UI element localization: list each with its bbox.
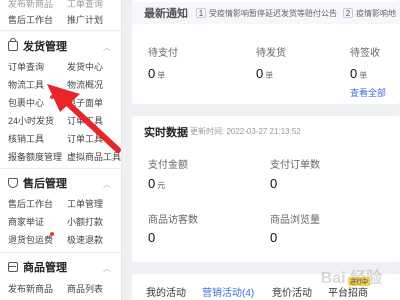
chevron-up-icon[interactable]: ︿ bbox=[103, 263, 111, 274]
stat-label-payment-amount: 支付金额 bbox=[148, 160, 188, 171]
sidebar-item-e-waybill[interactable]: 电子面单 bbox=[67, 96, 103, 109]
stat-label-product-views: 商品浏览量 bbox=[270, 215, 320, 226]
sidebar-item-virtual-goods-tools[interactable]: 虚拟商品工具 bbox=[67, 150, 121, 163]
sidebar: 发布新商品 工单查询 售后工作台 推广计划 发货管理 ︿ 订单查询 发货中心 物… bbox=[0, 0, 122, 300]
sidebar-item-merchant-evidence[interactable]: 商家举证 bbox=[8, 215, 44, 228]
stat-value-paid-orders: 0 bbox=[270, 176, 278, 191]
stat-value-payment-amount: 0元 bbox=[148, 176, 166, 191]
stat-label-pending-receipt: 待签收 bbox=[350, 48, 380, 59]
notice-link[interactable]: 受疫情影响暂停延迟发货等赔付公告 bbox=[209, 8, 337, 19]
stat-label-pending-payment: 待支付 bbox=[148, 48, 178, 59]
sidebar-item-order-tools-2[interactable]: 订单工具 bbox=[67, 132, 103, 145]
section-title: 售后管理 bbox=[23, 178, 67, 190]
stat-label-product-visitors: 商品访客数 bbox=[148, 215, 198, 226]
divider bbox=[0, 252, 122, 253]
sidebar-item-shipping-center[interactable]: 发货中心 bbox=[67, 60, 103, 73]
chevron-up-icon[interactable]: ︿ bbox=[103, 179, 111, 190]
watermark: Bai 经验 bbox=[320, 270, 382, 287]
section-header-aftersale[interactable]: 售后管理 bbox=[8, 176, 67, 190]
sidebar-item-promo-plan[interactable]: 推广计划 bbox=[67, 13, 103, 26]
sidebar-item-24h-shipping[interactable]: 24小时发货 bbox=[8, 114, 54, 127]
sidebar-item-verify-tools[interactable]: 核销工具 bbox=[8, 132, 44, 145]
section-header-shipping[interactable]: 发货管理 bbox=[8, 38, 67, 53]
sidebar-item-express-refund[interactable]: 极速退款 bbox=[67, 233, 103, 246]
stat-value-pending-shipment[interactable]: 0单 bbox=[256, 66, 273, 81]
stat-label-pending-shipment: 待发货 bbox=[256, 48, 286, 59]
notice-number: 1 bbox=[196, 8, 206, 18]
main-content: 最新通知 1 受疫情影响暂停延迟发货等赔付公告 2 疫情影响地 待支付 0单 待… bbox=[132, 0, 400, 300]
sidebar-item-ticket-mgmt[interactable]: 工单管理 bbox=[67, 197, 103, 210]
sidebar-item-aftersale-desk[interactable]: 售后工作台 bbox=[8, 13, 53, 26]
stat-label-paid-orders: 支付订单数 bbox=[270, 160, 320, 171]
divider bbox=[0, 30, 122, 31]
sidebar-item-order-query[interactable]: 订单查询 bbox=[8, 60, 44, 73]
divider bbox=[0, 168, 122, 169]
shield-icon bbox=[8, 178, 18, 188]
stat-value-pending-receipt[interactable]: 0单 bbox=[350, 66, 367, 81]
tab-my-activity[interactable]: 我的活动 bbox=[146, 284, 186, 299]
stat-value-product-views: 0 bbox=[270, 230, 278, 245]
box-icon bbox=[8, 262, 18, 272]
sidebar-item-small-payment[interactable]: 小额打款 bbox=[67, 215, 103, 228]
sidebar-item-publish[interactable]: 发布新商品 bbox=[8, 0, 53, 10]
sidebar-item-parcel-center[interactable]: 包裹中心 bbox=[8, 96, 44, 109]
sidebar-item-publish-product[interactable]: 发布新商品 bbox=[8, 282, 53, 295]
sidebar-item-logistics-tools[interactable]: 物流工具 bbox=[8, 78, 44, 91]
section-header-products[interactable]: 商品管理 bbox=[8, 260, 67, 274]
order-overview-card: 最新通知 1 受疫情影响暂停延迟发货等赔付公告 2 疫情影响地 待支付 0单 待… bbox=[132, 0, 400, 104]
notice-title: 最新通知 bbox=[144, 8, 188, 20]
sidebar-item-logistics-overview[interactable]: 物流概况 bbox=[67, 78, 103, 91]
notice-link[interactable]: 疫情影响地 bbox=[356, 8, 396, 19]
sidebar-item-ticket-query[interactable]: 工单查询 bbox=[67, 0, 103, 10]
tab-marketing-activity[interactable]: 营销活动(4) bbox=[202, 284, 254, 299]
tab-bidding-activity[interactable]: 竞价活动 bbox=[272, 284, 312, 299]
section-title: 商品管理 bbox=[23, 262, 67, 274]
stat-value-product-visitors: 0 bbox=[148, 230, 156, 245]
notification-dot bbox=[50, 232, 54, 236]
realtime-title: 实时数据 bbox=[144, 127, 188, 139]
updated-time: 更新时间: 2022-03-27 21:13:52 bbox=[190, 127, 301, 136]
sidebar-item-quota-mgmt[interactable]: 报备额度管理 bbox=[8, 150, 62, 163]
chevron-up-icon[interactable]: ︿ bbox=[103, 42, 111, 53]
sidebar-item-product-list[interactable]: 商品列表 bbox=[67, 282, 103, 295]
notification-dot bbox=[50, 95, 54, 99]
section-title: 发货管理 bbox=[23, 41, 67, 53]
sidebar-item-order-tools[interactable]: 订单工具 bbox=[67, 114, 103, 127]
notice-bar: 最新通知 1 受疫情影响暂停延迟发货等赔付公告 2 疫情影响地 bbox=[132, 2, 400, 24]
notice-number: 2 bbox=[343, 8, 353, 18]
realtime-data-card: 实时数据 更新时间: 2022-03-27 21:13:52 支付金额 0元 支… bbox=[132, 116, 400, 262]
view-all-link[interactable]: 查看全部 bbox=[350, 86, 386, 99]
sidebar-item-aftersale-workbench[interactable]: 售后工作台 bbox=[8, 197, 53, 210]
sidebar-item-return-shipping[interactable]: 退货包运费 bbox=[8, 233, 53, 246]
stat-value-pending-payment[interactable]: 0单 bbox=[148, 66, 165, 81]
shopping-bag-icon bbox=[8, 38, 18, 51]
